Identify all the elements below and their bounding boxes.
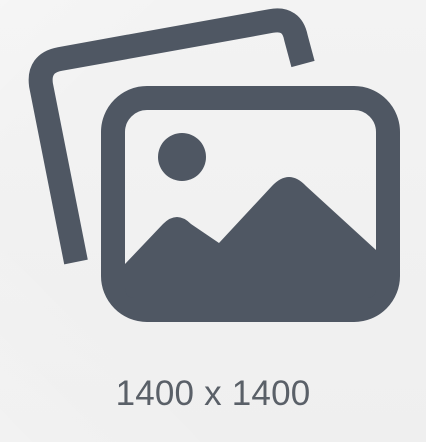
image-placeholder: 1400 x 1400 — [0, 0, 426, 442]
image-gallery-placeholder-icon — [28, 8, 400, 322]
image-dimensions-label: 1400 x 1400 — [115, 374, 311, 413]
gallery-placeholder-icon-wrap — [0, 0, 426, 330]
